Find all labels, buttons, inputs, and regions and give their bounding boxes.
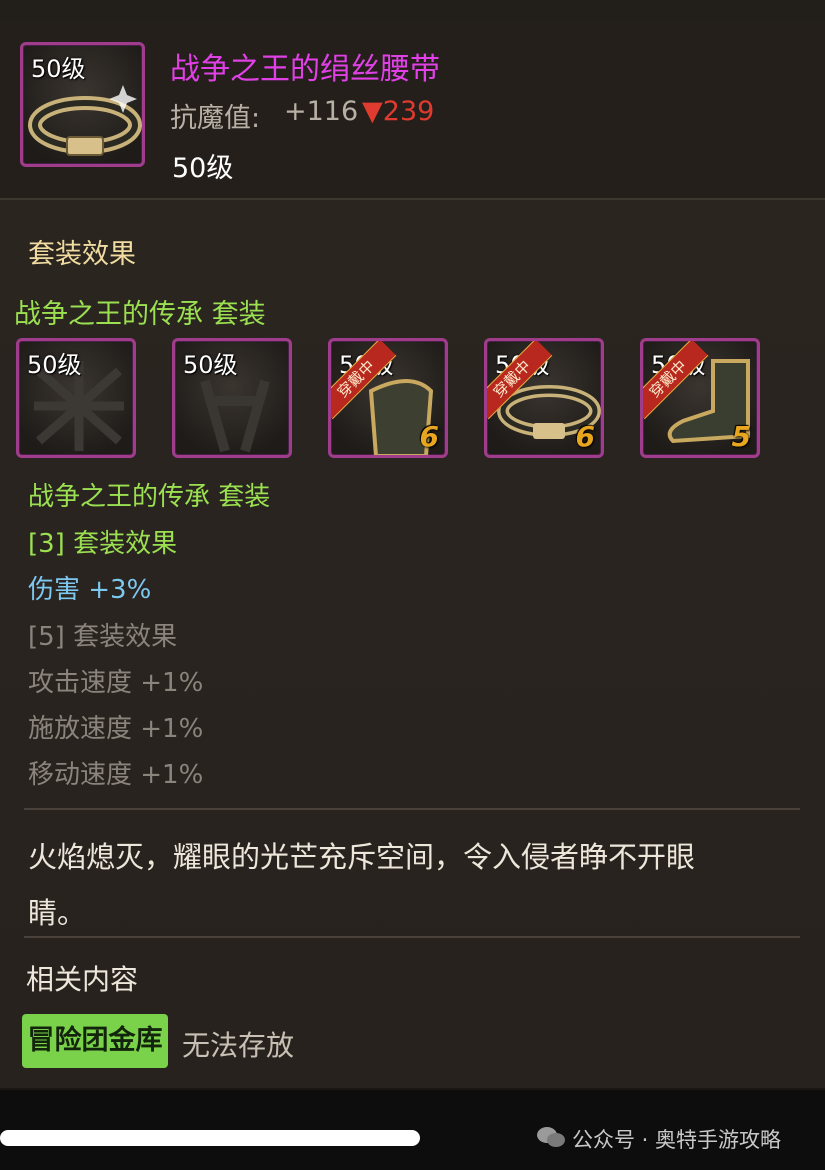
top-bar [0,0,825,23]
description-line-1: 火焰熄灭，耀眼的光芒充斥空间，令入侵者睁不开眼 [28,840,696,874]
set-title-2: 战争之王的传承 套装 [28,482,271,512]
bonus5-effect: 攻击速度 +1% [28,668,204,698]
divider [24,808,800,810]
slot-level: 50级 [27,351,82,379]
slot-level: 50级 [183,351,238,379]
set-slot-3[interactable]: 50级 穿戴中 6 [328,338,448,458]
set-count-badge: 6 [575,420,595,453]
scroll-indicator[interactable] [0,1130,420,1146]
bonus3-label: [3] 套装效果 [28,529,178,559]
item-level-text: 50级 [172,153,234,184]
adventure-vault-button[interactable]: 冒险团金库 [22,1014,168,1068]
set-slot-1[interactable]: 50级 [16,338,136,458]
bonus5-label: [5] 套装效果 [28,622,178,652]
bonus5-effect: 移动速度 +1% [28,760,204,790]
set-title: 战争之王的传承 套装 [14,299,266,330]
description-line-2: 睛。 [28,896,87,930]
set-slot-4[interactable]: 50级 穿戴中 6 [484,338,604,458]
item-name: 战争之王的绢丝腰带 [170,52,440,87]
resist-value: +116 [284,96,359,127]
wechat-icon [537,1127,565,1147]
set-count-badge: 5 [731,420,751,453]
set-count-badge: 6 [419,420,439,453]
storage-status: 无法存放 [182,1029,295,1062]
bonus5-effect: 施放速度 +1% [28,714,204,744]
set-slot-2[interactable]: 50级 [172,338,292,458]
resist-label: 抗魔值: [170,103,261,134]
bonus3-effect: 伤害 +3% [28,575,152,605]
set-slot-5[interactable]: 50级 穿戴中 5 [640,338,760,458]
set-effect-header: 套装效果 [28,239,136,270]
related-header: 相关内容 [26,963,139,996]
divider [24,936,800,938]
resist-delta: ▼239 [362,96,435,127]
watermark-text: 公众号 · 奥特手游攻略 [572,1128,782,1152]
item-icon-slot[interactable]: 50级 [20,42,145,167]
item-level-badge: 50级 [31,55,86,83]
